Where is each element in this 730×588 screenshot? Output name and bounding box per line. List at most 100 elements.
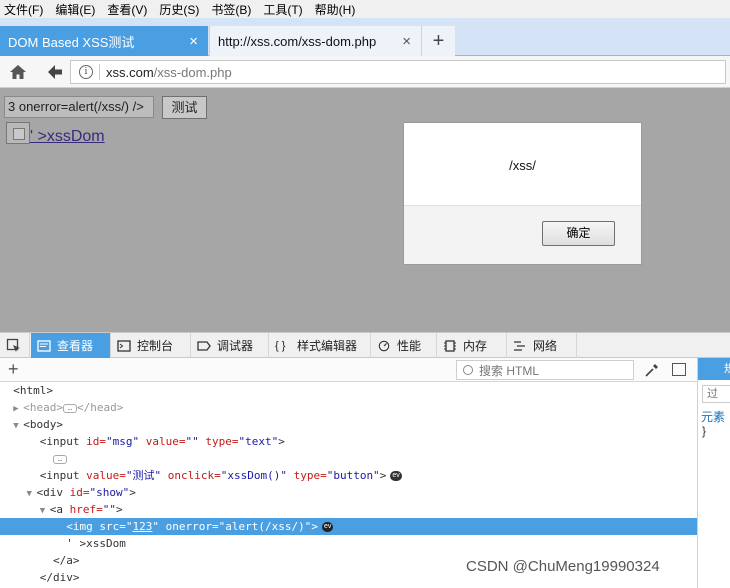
tab-label: 样式编辑器 [297, 339, 358, 353]
node-text[interactable]: ' >xssDom [0, 535, 697, 552]
filter-styles-input[interactable]: 过 [702, 385, 730, 403]
ok-button[interactable]: 确定 [542, 221, 615, 246]
menu-history[interactable]: 历史(S) [159, 1, 199, 18]
network-icon [514, 340, 525, 351]
tag-body: <body> [23, 418, 63, 431]
menu-bar: 文件(F) 编辑(E) 查看(V) 历史(S) 书签(B) 工具(T) 帮助(H… [0, 0, 730, 18]
tag-end: > [116, 503, 123, 516]
node-input-button[interactable]: <input value="测试" onclick="xssDom()" typ… [0, 467, 697, 484]
collapsed-content-icon[interactable]: … [63, 403, 77, 413]
event-badge[interactable]: ev [390, 471, 402, 481]
attr-name: type= [286, 469, 327, 482]
close-icon[interactable]: × [189, 33, 198, 50]
tab-label: 查看器 [57, 339, 94, 353]
tag-input: <input [39, 469, 80, 482]
tab-xss-dom-php[interactable]: http://xss.com/xss-dom.php × [209, 26, 421, 56]
node-html[interactable]: <html> [0, 382, 697, 399]
tag-img: <img [66, 520, 93, 533]
attr-quote: " [152, 520, 159, 533]
debugger-icon [197, 340, 211, 351]
add-node-icon[interactable]: + [8, 360, 19, 378]
inspector-icon [37, 339, 51, 352]
collapsed-content-icon[interactable]: … [52, 454, 67, 464]
address-bar[interactable]: i xss.com /xss-dom.php [70, 60, 726, 84]
tab-style-editor[interactable]: { } 样式编辑器 [269, 333, 371, 358]
tab-performance[interactable]: 性能 [371, 333, 437, 358]
tab-title: DOM Based XSS测试 [8, 34, 135, 50]
url-host: xss.com [106, 64, 154, 80]
tab-console[interactable]: 控制台 [111, 333, 191, 358]
attr-name: type= [198, 435, 239, 448]
tab-inspector[interactable]: 查看器 [31, 333, 111, 358]
attr-name: onclick= [161, 469, 221, 482]
tab-dom-xss[interactable]: DOM Based XSS测试 × [0, 26, 208, 56]
attr-name: onerror= [158, 520, 219, 533]
node-div-show[interactable]: ▼ <div id="show"> [0, 484, 697, 501]
tag-head-close: </head> [77, 401, 124, 414]
attr-name: id= [63, 486, 90, 499]
url-path: /xss-dom.php [153, 64, 232, 80]
navigation-bar: i xss.com /xss-dom.php [0, 56, 730, 88]
screenshot-node-icon[interactable] [672, 363, 686, 376]
attr-name: value= [79, 469, 126, 482]
home-icon[interactable] [8, 62, 28, 82]
node-head[interactable]: ▶ <head>… </head> [0, 399, 697, 416]
element-picker-button[interactable] [0, 333, 30, 358]
attr-value: "xssDom()" [220, 469, 287, 482]
rules-panel: 規 过 元素 } [697, 358, 730, 588]
attr-name: src= [92, 520, 126, 533]
menu-file[interactable]: 文件(F) [4, 1, 43, 18]
attr-value-link[interactable]: 123 [132, 520, 152, 533]
xss-dom-link[interactable]: ' >xssDom [30, 128, 105, 146]
node-input-msg[interactable]: <input id="msg" value="" type="text"> [0, 433, 697, 450]
tag-end: > [278, 435, 285, 448]
node-shadow-root[interactable]: … [0, 450, 697, 467]
menu-view[interactable]: 查看(V) [107, 1, 147, 18]
tab-network[interactable]: 网络 [507, 333, 577, 358]
node-img-selected[interactable]: <img src="123" onerror="alert(/xss/)"> ev [0, 518, 697, 535]
tab-memory[interactable]: 内存 [437, 333, 507, 358]
info-icon[interactable]: i [79, 65, 93, 79]
attr-value: "alert(/xss/)" [218, 520, 312, 533]
tag-div-close: </div> [39, 571, 80, 584]
dialog-body: /xss/ [404, 123, 641, 206]
eyedropper-icon[interactable] [644, 362, 660, 378]
attr-value: "" [185, 435, 199, 448]
new-tab-button[interactable]: + [421, 26, 455, 56]
search-placeholder: 搜索 HTML [479, 363, 540, 378]
test-button[interactable]: 测试 [162, 96, 207, 119]
tab-label: 内存 [463, 339, 488, 353]
element-rule-label: 元素 [701, 410, 726, 424]
attr-name: href= [63, 503, 103, 516]
tag-end: > [129, 486, 136, 499]
tag-a: <a [49, 503, 63, 516]
search-html-input[interactable]: 搜索 HTML [456, 360, 634, 380]
text-node: ' >xssDom [66, 537, 126, 550]
tag-head-open: <head> [23, 401, 63, 414]
menu-edit[interactable]: 编辑(E) [55, 1, 95, 18]
node-a[interactable]: ▼ <a href=""> [0, 501, 697, 518]
tab-debugger[interactable]: 调试器 [191, 333, 269, 358]
menu-bookmarks[interactable]: 书签(B) [211, 1, 251, 18]
menu-help[interactable]: 帮助(H) [315, 1, 356, 18]
close-icon[interactable]: × [402, 33, 411, 50]
attr-value: "测试" [125, 469, 162, 482]
tag-end: > [379, 469, 387, 482]
event-badge[interactable]: ev [321, 522, 334, 532]
devtools-toolbar: 查看器 控制台 调试器 { } 样式编辑器 性能 内存 网络 [0, 332, 730, 358]
tag-a-close: </a> [52, 554, 80, 567]
menu-tools[interactable]: 工具(T) [263, 1, 302, 18]
attr-name: id= [79, 435, 106, 448]
node-body[interactable]: ▼ <body> [0, 416, 697, 433]
alert-dialog: /xss/ 确定 [403, 122, 642, 265]
msg-input[interactable]: 3 onerror=alert(/xss/) /> [4, 96, 154, 118]
attr-name: value= [139, 435, 186, 448]
tab-title: http://xss.com/xss-dom.php [218, 33, 377, 49]
tab-label: 性能 [397, 339, 422, 353]
memory-icon [444, 339, 456, 352]
rules-tab[interactable]: 規 [698, 358, 730, 380]
watermark: CSDN @ChuMeng19990324 [466, 558, 660, 575]
tag-input: <input [39, 435, 80, 448]
back-arrow-icon[interactable] [44, 61, 66, 83]
tag-end: > [311, 520, 318, 533]
